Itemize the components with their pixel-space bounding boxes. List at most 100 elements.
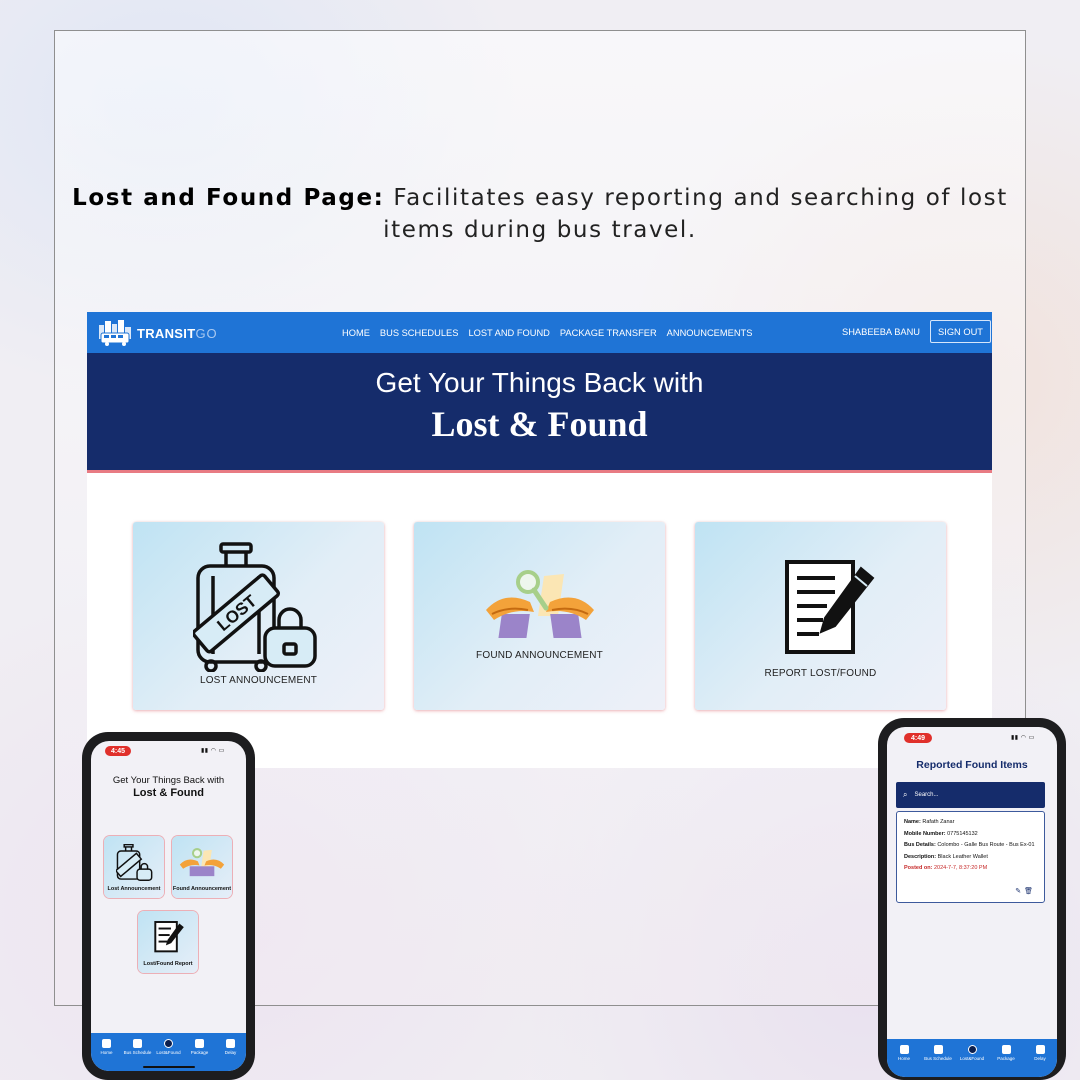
home-indicator [143,1066,195,1068]
tab-delay[interactable]: Delay [216,1039,246,1055]
found-announcement-tile[interactable]: Found Announcement [172,836,232,898]
tab-package-label: Package [997,1056,1015,1061]
tab-delay[interactable]: Delay [1025,1045,1055,1061]
package-icon [195,1039,204,1048]
tab-bus-schedule-label: Bus Schedule [924,1056,952,1061]
lost-found-report-tile[interactable]: Lost/Found Report [138,911,198,973]
status-time: 4:49 [904,733,932,743]
item-mobile-label: Mobile Number: [904,830,946,837]
lost-announcement-card[interactable]: LOST LOST ANNOUNCEMENT [133,522,384,710]
item-posted: 2024-7-7, 8:37:20 PM [933,865,988,871]
nav-links: HOME BUS SCHEDULES LOST AND FOUND PACKAG… [342,312,752,353]
delay-icon [1035,1045,1045,1054]
delay-icon [226,1039,235,1048]
tab-lost-found-label: Lost&Found [156,1050,181,1055]
report-lost-found-card[interactable]: REPORT LOST/FOUND [695,522,946,710]
caption-bold: Lost and Found Page: [72,185,385,211]
alert-icon [164,1039,173,1048]
right-phone: 4:49 ▮▮ ◠ ▭ Reported Found Items ⌕ Searc… [878,718,1066,1080]
search-icon: ⌕ [903,790,908,799]
tab-package[interactable]: Package [991,1045,1021,1061]
item-bus: Colombo - Galle Bus Route - Bus Ex-01 [937,842,1035,848]
tab-delay-label: Delay [224,1050,237,1055]
tab-delay-label: Delay [1034,1056,1046,1061]
caption-text: Facilitates easy reporting and searching… [383,185,1008,243]
item-name-label: Name: [904,819,921,825]
status-icons: ▮▮ ◠ ▭ [201,748,225,754]
logo-suffix: GO [195,325,218,341]
edit-icon[interactable]: ✎ [1015,888,1024,895]
right-phone-tabbar: Home Bus Schedule Lost&Found Package Del… [887,1039,1057,1077]
logo[interactable]: TRANSITGO [97,318,227,348]
lost-announcement-label: LOST ANNOUNCEMENT [199,675,318,686]
tab-bus-schedule[interactable]: Bus Schedule [923,1045,953,1061]
desktop-screenshot: TRANSITGO HOME BUS SCHEDULES LOST AND FO… [87,312,992,768]
item-desc-label: Description: [904,853,937,860]
nav-package-transfer[interactable]: PACKAGE TRANSFER [560,328,657,338]
tab-package[interactable]: Package [185,1039,215,1055]
status-icons: ▮▮ ◠ ▭ [1011,735,1035,741]
report-lost-found-label: REPORT LOST/FOUND [764,668,877,679]
found-announcement-card[interactable]: FOUND ANNOUNCEMENT [414,522,665,710]
lost-announcement-tile[interactable]: Lost Announcement [104,836,164,898]
luggage-lost-icon: LOST [191,542,323,677]
nav-bus-schedules[interactable]: BUS SCHEDULES [380,328,459,338]
item-posted-label: Posted on: [904,865,933,871]
trash-icon[interactable]: 🗑 [1024,888,1036,895]
hands-magnifier-icon [179,848,225,883]
item-posted-row: Posted on: 2024-7-7, 8:37:20 PM [904,864,1037,873]
caption: Lost and Found Page: Facilitates easy re… [70,182,1010,246]
tab-bus-schedule[interactable]: Bus Schedule [123,1039,153,1055]
tab-home-label: Home [100,1050,113,1055]
item-bus-label: Bus Details: [904,842,936,848]
tab-home[interactable]: Home [889,1045,919,1061]
user-name[interactable]: SHABEEBA BANU [842,327,920,337]
item-name-row: Name: Rafath Zanar [904,818,1037,827]
document-pen-icon [154,920,184,959]
found-item-card[interactable]: Name: Rafath Zanar Mobile Number: 077514… [896,811,1045,903]
lost-announcement-tile-label: Lost Announcement [107,886,161,892]
document-pen-icon [783,558,875,663]
left-phone-screen: 4:45 ▮▮ ◠ ▭ Get Your Things Back with Lo… [91,741,246,1071]
bus-city-logo-icon [97,319,135,347]
found-announcement-label: FOUND ANNOUNCEMENT [476,650,603,661]
tab-lost-found[interactable]: Lost&Found [957,1045,987,1061]
item-name: Rafath Zanar [922,819,955,825]
item-desc-row: Description: Black Leather Wallet [904,853,1037,862]
home-icon [899,1045,909,1054]
left-phone-subtitle: Get Your Things Back with [112,775,225,786]
search-bar[interactable]: ⌕ Search... [896,782,1045,808]
tab-lost-found[interactable]: Lost&Found [154,1039,184,1055]
hero-banner: Get Your Things Back with Lost & Found [87,353,992,473]
nav-lost-and-found[interactable]: LOST AND FOUND [468,328,549,338]
bus-icon [933,1045,943,1054]
found-announcement-tile-label: Found Announcement [172,886,232,892]
home-icon [102,1039,111,1048]
luggage-lost-icon [114,843,154,887]
item-mobile: 0775145132 [947,830,978,837]
lost-found-report-tile-label: Lost/Found Report [143,961,193,967]
item-desc: Black Leather Wallet [937,853,988,860]
hero-title: Lost & Found [431,404,648,444]
search-input[interactable]: Search... [914,792,938,798]
item-actions: ✎🗑 [1015,888,1036,897]
nav-announcements[interactable]: ANNOUNCEMENTS [667,328,753,338]
hands-magnifier-icon [484,570,596,647]
tab-home[interactable]: Home [92,1039,122,1055]
package-icon [1001,1045,1011,1054]
item-mobile-row: Mobile Number: 0775145132 [904,830,1037,839]
reported-found-title: Reported Found Items [916,759,1028,771]
tab-bus-schedule-label: Bus Schedule [123,1050,152,1055]
tab-package-label: Package [190,1050,209,1055]
left-phone: 4:45 ▮▮ ◠ ▭ Get Your Things Back with Lo… [82,732,255,1080]
sign-out-button[interactable]: SIGN OUT [930,320,991,343]
logo-text: TRANSITGO [137,326,218,341]
navbar: TRANSITGO HOME BUS SCHEDULES LOST AND FO… [87,312,992,353]
status-time: 4:45 [105,746,131,756]
item-bus-row: Bus Details: Colombo - Galle Bus Route -… [904,841,1037,850]
right-phone-screen: 4:49 ▮▮ ◠ ▭ Reported Found Items ⌕ Searc… [887,727,1057,1077]
nav-home[interactable]: HOME [342,328,370,338]
tab-lost-found-label: Lost&Found [959,1056,985,1061]
logo-brand: TRANSIT [137,325,196,341]
bus-icon [133,1039,142,1048]
